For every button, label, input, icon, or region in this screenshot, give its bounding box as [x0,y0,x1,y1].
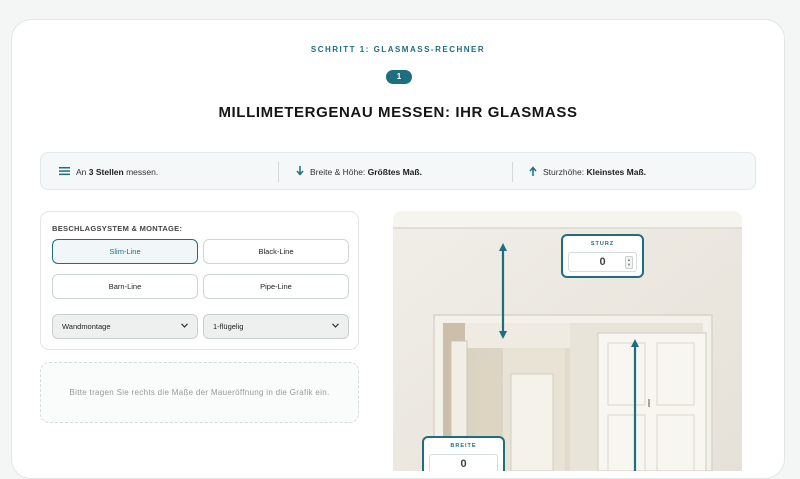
option-black-line-button[interactable]: Black-Line [203,239,349,264]
fitting-system-panel: BESCHLAGSYSTEM & MONTAGE: Slim-Line Blac… [40,211,359,350]
info-text-breite-hoehe: Breite & Höhe: Größtes Maß. [310,167,422,177]
divider [278,162,279,182]
sturz-measure-box: STURZ 0 ▲ ▼ [561,234,644,278]
breite-label: BREITE [450,443,477,449]
option-slim-line-button[interactable]: Slim-Line [52,239,198,264]
breite-input[interactable]: 0 [429,454,498,471]
wings-select-value: 1-flügelig [213,322,244,331]
option-barn-line-button[interactable]: Barn-Line [52,274,198,299]
info-text-stellen: An 3 Stellen messen. [76,167,159,177]
step-title: SCHRITT 1: GLASMASS-RECHNER [310,45,486,54]
info-text-sturzhoehe: Sturzhöhe: Kleinstes Maß. [543,167,647,177]
mounting-select[interactable]: Wandmontage [52,314,198,339]
sturz-label: STURZ [590,241,615,247]
wings-select[interactable]: 1-flügelig [203,314,349,339]
divider [512,162,513,182]
door-opening-illustration: STURZ 0 ▲ ▼ BREITE 0 [393,211,742,471]
stepper-icon[interactable]: ▲ ▼ [625,256,633,269]
info-item-stellen: An 3 Stellen messen. [59,153,158,191]
info-item-breite-hoehe: Breite & Höhe: Größtes Maß. [296,153,422,191]
page-title: MILLIMETERGENAU MESSEN: IHR GLASMASS [218,104,578,121]
sturz-input[interactable]: 0 ▲ ▼ [568,252,637,272]
fitting-system-label: BESCHLAGSYSTEM & MONTAGE: [52,224,183,233]
option-pipe-line-button[interactable]: Pipe-Line [203,274,349,299]
breite-measure-box: BREITE 0 [422,436,505,471]
chevron-down-icon [332,323,339,330]
calculator-card: SCHRITT 1: GLASMASS-RECHNER 1 MILLIMETER… [11,19,785,479]
measurement-info-bar: An 3 Stellen messen. Breite & Höhe: Größ… [40,152,756,190]
mounting-select-value: Wandmontage [62,322,111,331]
step-number-badge: 1 [386,70,412,84]
breite-value: 0 [460,458,467,470]
chevron-down-icon [181,323,188,330]
list-icon [59,166,70,179]
arrow-up-icon [529,165,537,179]
info-item-sturzhoehe: Sturzhöhe: Kleinstes Maß. [529,153,646,191]
hint-text: Bitte tragen Sie rechts die Maße der Mau… [69,388,330,397]
arrow-down-icon [296,165,304,179]
hint-box: Bitte tragen Sie rechts die Maße der Mau… [40,362,359,423]
